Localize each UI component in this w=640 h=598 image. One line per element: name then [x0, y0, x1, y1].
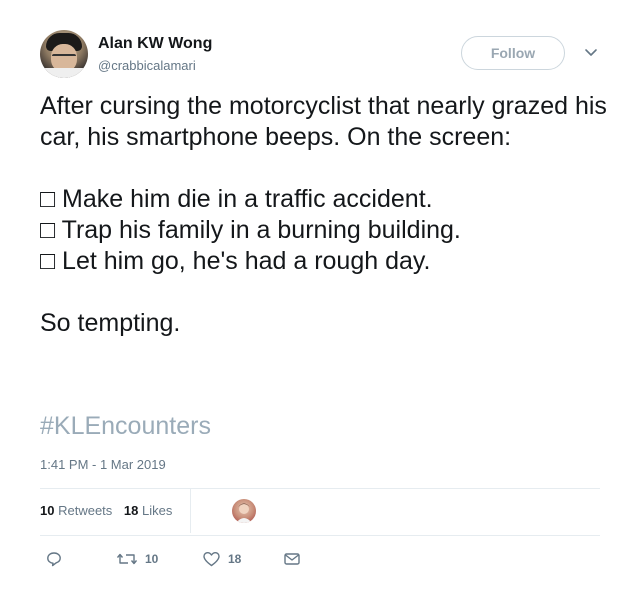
follow-button[interactable]: Follow — [461, 36, 565, 70]
author-username[interactable]: @crabbicalamari — [98, 58, 196, 73]
tweet-actions: 10 18 — [0, 550, 640, 570]
retweets-label: Retweets — [58, 503, 113, 518]
retweet-count: 10 — [145, 552, 159, 566]
retweet-icon — [117, 551, 137, 567]
retweets-count: 10 — [40, 503, 55, 518]
divider — [40, 535, 600, 536]
like-count: 18 — [228, 552, 242, 566]
direct-message-button[interactable] — [284, 550, 300, 568]
likes-stat[interactable]: 18 Likes — [124, 503, 172, 518]
engagement-stats: 10 Retweets 18 Likes — [40, 503, 180, 518]
retweet-button[interactable]: 10 — [117, 550, 158, 568]
envelope-icon — [284, 552, 300, 566]
like-button[interactable]: 18 — [203, 550, 241, 568]
retweets-stat[interactable]: 10 Retweets — [40, 503, 116, 518]
hashtag-link[interactable]: #KLEncounters — [40, 412, 211, 441]
author-display-name[interactable]: Alan KW Wong — [98, 35, 212, 53]
author-avatar[interactable] — [40, 30, 88, 78]
stats-separator — [190, 489, 191, 533]
liker-avatar[interactable] — [232, 499, 256, 523]
divider — [40, 488, 600, 489]
reply-icon — [46, 551, 62, 567]
chevron-down-icon[interactable] — [583, 46, 599, 58]
heart-icon — [203, 551, 220, 567]
reply-button[interactable] — [46, 550, 62, 568]
tweet-timestamp[interactable]: 1:41 PM - 1 Mar 2019 — [40, 457, 166, 472]
likes-label: Likes — [142, 503, 173, 518]
tweet-text: After cursing the motorcyclist that near… — [40, 92, 607, 337]
likes-count: 18 — [123, 503, 139, 518]
